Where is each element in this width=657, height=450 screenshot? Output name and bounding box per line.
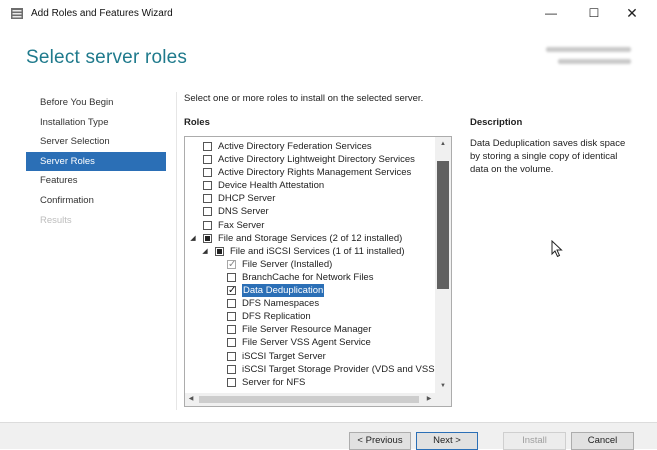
role-label: Active Directory Lightweight Directory S… bbox=[218, 154, 415, 166]
window-title: Add Roles and Features Wizard bbox=[31, 8, 173, 19]
role-row[interactable]: BranchCache for Network Files bbox=[185, 271, 435, 284]
role-label: File Server (Installed) bbox=[242, 258, 333, 270]
description-header: Description bbox=[470, 117, 523, 128]
checkbox-icon[interactable] bbox=[203, 168, 212, 178]
role-row[interactable]: DFS Replication bbox=[185, 310, 435, 323]
nav-item-features[interactable]: Features bbox=[26, 171, 166, 191]
role-row[interactable]: File Server VSS Agent Service bbox=[185, 336, 435, 349]
button-bar: < Previous Next > Install Cancel bbox=[0, 422, 657, 450]
role-row[interactable]: Device Health Attestation bbox=[185, 179, 435, 192]
role-label: iSCSI Target Server bbox=[242, 350, 326, 362]
maximize-button[interactable]: ☐ bbox=[582, 4, 606, 22]
role-row[interactable]: DNS Server bbox=[185, 205, 435, 218]
nav-item-server-roles[interactable]: Server Roles bbox=[26, 151, 166, 172]
title-bar[interactable]: Add Roles and Features Wizard — ☐ ✕ bbox=[0, 0, 657, 28]
scroll-corner bbox=[435, 393, 451, 406]
page-title: Select server roles bbox=[26, 47, 188, 68]
role-row[interactable]: Active Directory Federation Services bbox=[185, 140, 435, 153]
destination-server-blurred bbox=[546, 45, 631, 69]
role-row[interactable]: Active Directory Lightweight Directory S… bbox=[185, 153, 435, 166]
nav-item-installation-type[interactable]: Installation Type bbox=[26, 113, 166, 133]
roles-header: Roles bbox=[184, 117, 210, 128]
checkbox-icon[interactable] bbox=[203, 181, 212, 191]
next-button[interactable]: Next > bbox=[416, 432, 478, 450]
checkbox-icon[interactable] bbox=[203, 233, 212, 243]
checkbox-icon[interactable] bbox=[227, 351, 236, 361]
role-label: File Server VSS Agent Service bbox=[242, 337, 371, 349]
role-row[interactable]: DHCP Server bbox=[185, 192, 435, 205]
checkbox-icon[interactable] bbox=[227, 299, 236, 309]
horizontal-scroll-thumb[interactable] bbox=[199, 396, 419, 403]
checkbox-icon[interactable] bbox=[203, 155, 212, 165]
checkbox-icon[interactable] bbox=[227, 284, 236, 297]
nav-item-results: Results bbox=[40, 214, 72, 226]
role-label: Active Directory Federation Services bbox=[218, 141, 372, 152]
scroll-right-icon[interactable]: ▶ bbox=[423, 393, 435, 406]
nav-item-server-selection[interactable]: Server Selection bbox=[26, 132, 166, 152]
role-row[interactable]: iSCSI Target Server bbox=[185, 350, 435, 363]
checkbox-icon[interactable] bbox=[203, 220, 212, 230]
scroll-down-icon[interactable]: ▼ bbox=[435, 379, 451, 393]
triangle-expanded-icon[interactable]: ◢ bbox=[201, 245, 209, 258]
checkbox-icon bbox=[227, 258, 236, 271]
role-row[interactable]: File Server (Installed) bbox=[185, 258, 435, 271]
role-label: File and iSCSI Services (1 of 11 install… bbox=[230, 245, 405, 257]
checkbox-icon[interactable] bbox=[227, 377, 236, 387]
role-row[interactable]: Active Directory Rights Management Servi… bbox=[185, 166, 435, 179]
checkbox-icon[interactable] bbox=[227, 325, 236, 335]
role-label: BranchCache for Network Files bbox=[242, 271, 374, 283]
triangle-expanded-icon[interactable]: ◢ bbox=[189, 232, 197, 245]
scroll-up-icon[interactable]: ▲ bbox=[435, 137, 451, 151]
mouse-pointer-icon bbox=[551, 240, 563, 258]
checkbox-icon[interactable] bbox=[227, 272, 236, 282]
instruction-text: Select one or more roles to install on t… bbox=[184, 93, 424, 104]
role-label: File and Storage Services (2 of 12 insta… bbox=[218, 232, 403, 244]
checkbox-icon[interactable] bbox=[227, 338, 236, 348]
role-row[interactable]: Server for NFS bbox=[185, 376, 435, 389]
checkbox-icon[interactable] bbox=[227, 312, 236, 322]
role-row[interactable]: Data Deduplication bbox=[185, 284, 435, 297]
checkbox-icon[interactable] bbox=[215, 246, 224, 256]
roles-tree[interactable]: Active Directory Federation Services Acti… bbox=[184, 136, 452, 407]
checkbox-icon[interactable] bbox=[203, 142, 212, 151]
role-label: iSCSI Target Storage Provider (VDS and V… bbox=[242, 363, 435, 375]
role-row[interactable]: iSCSI Target Storage Provider (VDS and V… bbox=[185, 363, 435, 376]
vertical-scrollbar[interactable]: ▲ ▼ bbox=[435, 137, 451, 393]
role-row[interactable]: ◢ File and iSCSI Services (1 of 11 instal… bbox=[185, 245, 435, 258]
role-row[interactable]: DFS Namespaces bbox=[185, 297, 435, 310]
role-label: Fax Server bbox=[218, 219, 265, 231]
roles-list: Active Directory Federation Services Acti… bbox=[185, 140, 435, 389]
nav-divider bbox=[176, 92, 177, 410]
role-label: File Server Resource Manager bbox=[242, 324, 372, 336]
install-button[interactable]: Install bbox=[503, 432, 566, 450]
server-manager-icon bbox=[11, 8, 23, 19]
description-text: Data Deduplication saves disk space by s… bbox=[470, 138, 626, 175]
role-row[interactable]: File Server Resource Manager bbox=[185, 323, 435, 336]
role-row[interactable]: Fax Server bbox=[185, 219, 435, 232]
wizard-nav: Before You Begin Installation Type Server … bbox=[26, 93, 166, 230]
role-label: Server for NFS bbox=[242, 376, 306, 388]
role-label: DFS Namespaces bbox=[242, 298, 320, 310]
role-label: Device Health Attestation bbox=[218, 180, 325, 192]
vertical-scroll-thumb[interactable] bbox=[437, 161, 449, 289]
scroll-left-icon[interactable]: ◀ bbox=[185, 393, 197, 406]
cancel-button[interactable]: Cancel bbox=[571, 432, 634, 450]
nav-item-before-you-begin[interactable]: Before You Begin bbox=[26, 93, 166, 113]
role-label: DFS Replication bbox=[242, 311, 311, 323]
minimize-button[interactable]: — bbox=[539, 4, 563, 22]
horizontal-scrollbar[interactable]: ◀ ▶ bbox=[185, 393, 435, 406]
role-label: Data Deduplication bbox=[242, 284, 325, 298]
checkbox-icon[interactable] bbox=[203, 194, 212, 204]
close-button[interactable]: ✕ bbox=[620, 4, 644, 22]
nav-item-confirmation[interactable]: Confirmation bbox=[26, 191, 166, 211]
previous-button[interactable]: < Previous bbox=[349, 432, 411, 450]
role-label: Active Directory Rights Management Servi… bbox=[218, 167, 412, 179]
role-row[interactable]: ◢ File and Storage Services (2 of 12 inst… bbox=[185, 232, 435, 245]
role-label: DNS Server bbox=[218, 206, 269, 218]
checkbox-icon[interactable] bbox=[203, 207, 212, 217]
role-label: DHCP Server bbox=[218, 193, 276, 205]
checkbox-icon[interactable] bbox=[227, 364, 236, 374]
